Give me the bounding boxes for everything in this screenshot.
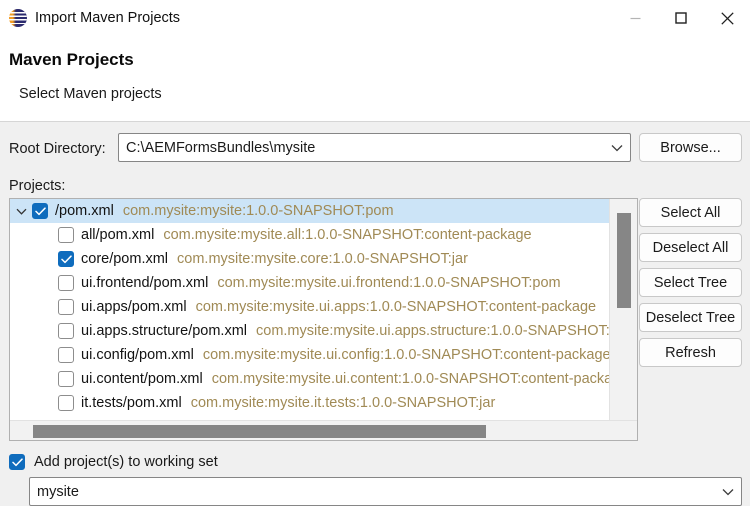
deselect-all-button[interactable]: Deselect All (639, 233, 742, 262)
tree-row[interactable]: ui.apps/pom.xml com.mysite:mysite.ui.apps… (10, 295, 609, 319)
tree-row[interactable]: ui.frontend/pom.xml com.mysite:mysite.ui.… (10, 271, 609, 295)
projects-tree-viewport[interactable]: /pom.xml com.mysite:mysite:1.0.0-SNAPSHOT… (10, 199, 609, 420)
window-title: Import Maven Projects (35, 10, 181, 26)
project-coordinates: com.mysite:mysite.it.tests:1.0.0-SNAPSHO… (190, 395, 496, 411)
tree-horizontal-scrollbar[interactable] (10, 420, 637, 440)
project-pom-path: ui.config/pom.xml (81, 347, 194, 363)
tree-row[interactable]: ui.content/pom.xml com.mysite:mysite.ui.c… (10, 367, 609, 391)
close-icon[interactable] (704, 0, 750, 36)
import-maven-projects-dialog: Import Maven Projects Maven Projects Sel… (0, 0, 750, 506)
page-title: Maven Projects (9, 50, 134, 69)
title-bar: Import Maven Projects (0, 0, 750, 36)
working-set-combo[interactable]: mysite (29, 477, 742, 506)
project-checkbox[interactable] (58, 251, 74, 267)
project-pom-path: all/pom.xml (81, 227, 155, 243)
project-pom-path: ui.apps/pom.xml (81, 299, 187, 315)
project-checkbox[interactable] (32, 203, 48, 219)
window-controls (612, 0, 750, 36)
tree-vertical-scrollbar-thumb[interactable] (617, 213, 631, 308)
eclipse-icon (9, 9, 27, 27)
tree-vertical-scrollbar[interactable] (609, 199, 637, 420)
tree-row[interactable]: ui.apps.structure/pom.xml com.mysite:mysi… (10, 319, 609, 343)
project-checkbox[interactable] (58, 227, 74, 243)
project-coordinates: com.mysite:mysite.ui.config:1.0.0-SNAPSH… (202, 347, 609, 363)
project-coordinates: com.mysite:mysite.ui.frontend:1.0.0-SNAP… (217, 275, 561, 291)
maximize-icon[interactable] (658, 0, 704, 36)
tree-row[interactable]: all/pom.xml com.mysite:mysite.all:1.0.0-S… (10, 223, 609, 247)
select-all-button[interactable]: Select All (639, 198, 742, 227)
working-set-checkbox-label: Add project(s) to working set (34, 454, 218, 470)
projects-tree[interactable]: /pom.xml com.mysite:mysite:1.0.0-SNAPSHOT… (9, 198, 638, 441)
select-tree-button[interactable]: Select Tree (639, 268, 742, 297)
project-checkbox[interactable] (58, 299, 74, 315)
tree-row[interactable]: core/pom.xml com.mysite:mysite.core:1.0.0… (10, 247, 609, 271)
chevron-down-icon[interactable] (604, 144, 630, 152)
project-coordinates: com.mysite:mysite:1.0.0-SNAPSHOT:pom (122, 203, 394, 219)
project-checkbox[interactable] (58, 323, 74, 339)
browse-button[interactable]: Browse... (639, 133, 742, 162)
working-set-checkbox[interactable] (9, 454, 25, 470)
project-checkbox[interactable] (58, 347, 74, 363)
project-coordinates: com.mysite:mysite.core:1.0.0-SNAPSHOT:ja… (177, 251, 468, 267)
working-set-checkbox-row[interactable]: Add project(s) to working set (9, 454, 218, 470)
tree-row[interactable]: it.tests/pom.xml com.mysite:mysite.it.tes… (10, 391, 609, 415)
root-directory-label: Root Directory: (9, 141, 106, 157)
project-checkbox[interactable] (58, 275, 74, 291)
working-set-value[interactable]: mysite (37, 484, 715, 500)
project-pom-path: ui.content/pom.xml (81, 371, 203, 387)
project-checkbox[interactable] (58, 371, 74, 387)
project-coordinates: com.mysite:mysite.ui.content:1.0.0-SNAPS… (211, 371, 609, 387)
chevron-down-icon[interactable] (715, 488, 741, 496)
refresh-button[interactable]: Refresh (639, 338, 742, 367)
deselect-tree-button[interactable]: Deselect Tree (639, 303, 742, 332)
project-pom-path: it.tests/pom.xml (81, 395, 182, 411)
tree-row[interactable]: /pom.xml com.mysite:mysite:1.0.0-SNAPSHOT… (10, 199, 609, 223)
root-directory-combo[interactable]: C:\AEMFormsBundles\mysite (118, 133, 631, 162)
projects-label: Projects: (9, 178, 66, 194)
project-checkbox[interactable] (58, 395, 74, 411)
project-pom-path: ui.frontend/pom.xml (81, 275, 209, 291)
project-coordinates: com.mysite:mysite.ui.apps.structure:1.0.… (256, 323, 609, 339)
chevron-down-icon[interactable] (10, 208, 32, 215)
project-pom-path: /pom.xml (55, 203, 114, 219)
tree-row[interactable]: ui.config/pom.xml com.mysite:mysite.ui.co… (10, 343, 609, 367)
project-pom-path: ui.apps.structure/pom.xml (81, 323, 248, 339)
dialog-body: Root Directory: C:\AEMFormsBundles\mysit… (0, 123, 750, 506)
project-coordinates: com.mysite:mysite.all:1.0.0-SNAPSHOT:con… (163, 227, 532, 243)
project-coordinates: com.mysite:mysite.ui.apps:1.0.0-SNAPSHOT… (195, 299, 597, 315)
root-directory-value[interactable]: C:\AEMFormsBundles\mysite (126, 140, 604, 156)
project-pom-path: core/pom.xml (81, 251, 169, 267)
minimize-icon[interactable] (612, 0, 658, 36)
tree-horizontal-scrollbar-thumb[interactable] (33, 425, 486, 438)
dialog-header: Maven Projects Select Maven projects (0, 36, 750, 122)
page-subtitle: Select Maven projects (19, 86, 162, 102)
